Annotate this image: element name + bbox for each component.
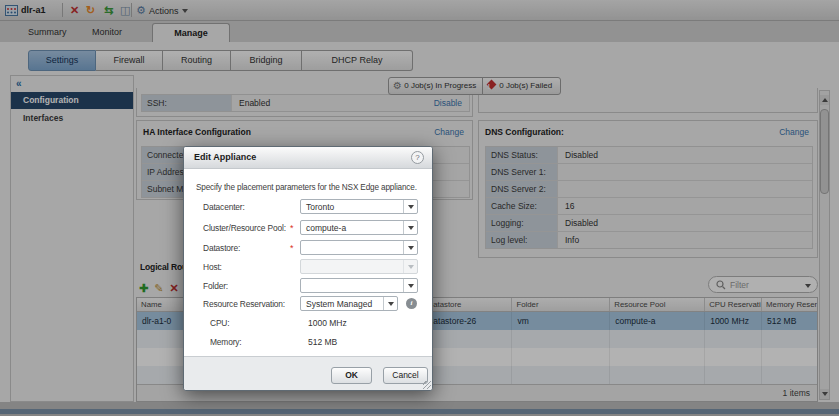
select-caret-icon[interactable]: [383, 297, 397, 310]
resource-reservation-select[interactable]: System Managed: [300, 296, 398, 311]
datacenter-select[interactable]: Toronto: [300, 199, 418, 214]
cancel-button[interactable]: Cancel: [383, 367, 428, 384]
resize-grip[interactable]: [423, 381, 431, 389]
dialog-footer: OK Cancel: [184, 356, 432, 390]
select-caret-icon[interactable]: [403, 221, 417, 234]
cluster-select[interactable]: compute-a: [300, 220, 418, 235]
folder-select[interactable]: [300, 278, 418, 293]
select-caret-icon[interactable]: [403, 279, 417, 292]
cpu-value: 1000 MHz: [308, 318, 347, 328]
info-icon[interactable]: i: [406, 298, 417, 309]
datastore-select[interactable]: [300, 240, 418, 255]
edit-appliance-dialog: Edit Appliance ? Specify the placement p…: [183, 146, 433, 391]
select-caret-icon: [403, 260, 417, 273]
memory-value: 512 MB: [308, 337, 337, 347]
host-select: [300, 259, 418, 274]
select-caret-icon[interactable]: [403, 241, 417, 254]
dialog-titlebar[interactable]: Edit Appliance ?: [184, 147, 432, 169]
ok-button[interactable]: OK: [331, 367, 372, 384]
dialog-title: Edit Appliance: [194, 152, 256, 162]
select-caret-icon[interactable]: [403, 200, 417, 213]
dialog-description: Specify the placement parameters for the…: [196, 183, 417, 192]
help-icon[interactable]: ?: [411, 151, 424, 164]
